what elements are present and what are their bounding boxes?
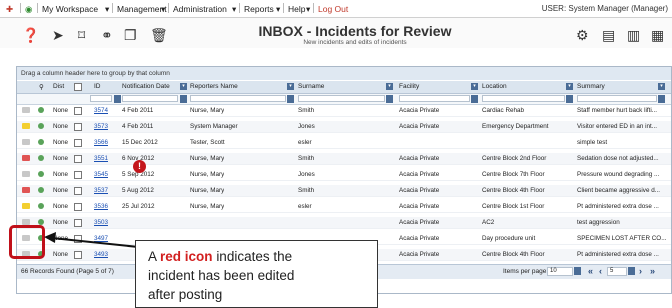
callout-line1: indicates the xyxy=(216,249,293,264)
callout-box: A red icon indicates the incident has be… xyxy=(135,240,378,308)
callout-prefix: A xyxy=(148,249,157,264)
callout-line3: after posting xyxy=(148,287,223,302)
callout-highlight: red icon xyxy=(160,249,213,264)
callout-line2: incident has been edited xyxy=(148,268,295,283)
